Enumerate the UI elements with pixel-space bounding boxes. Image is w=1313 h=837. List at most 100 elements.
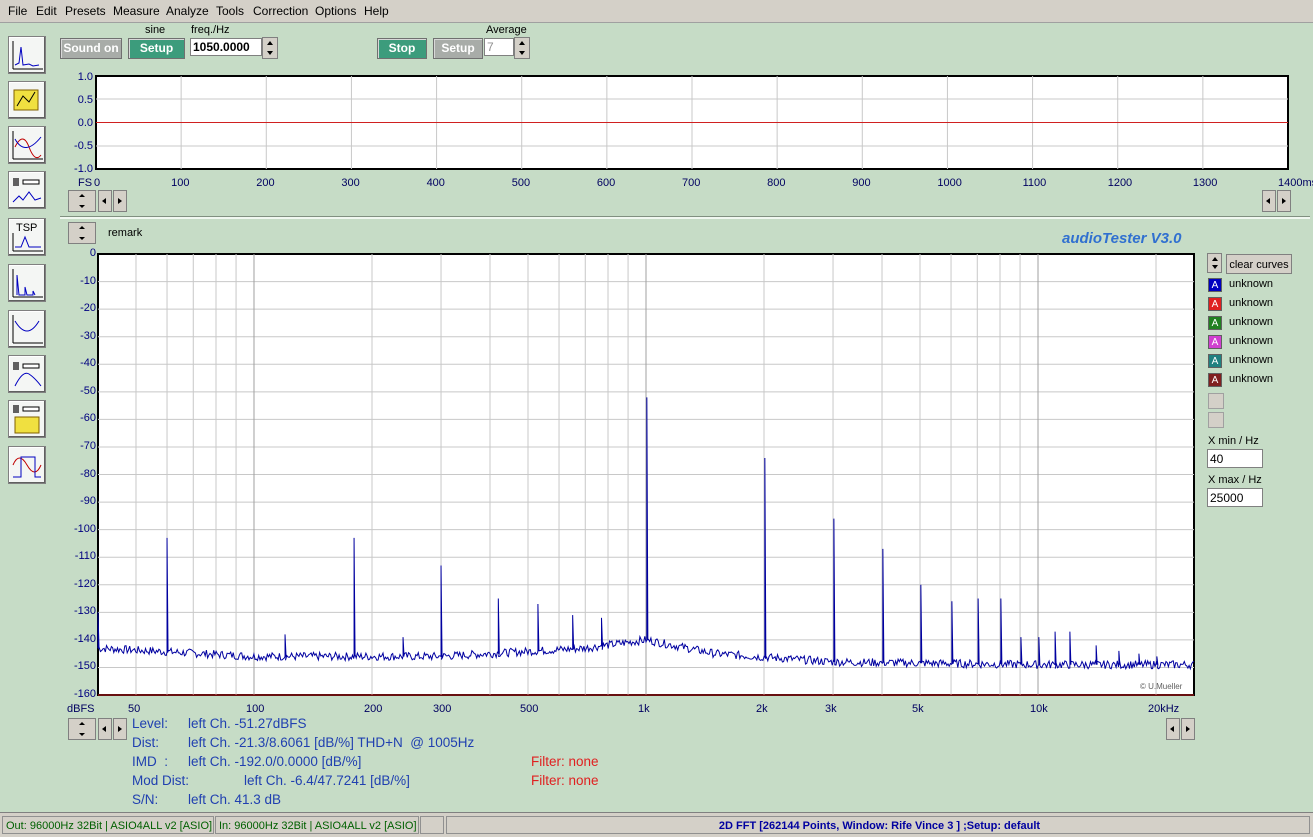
fft-xtick: 300	[433, 703, 452, 715]
generator-setup-button[interactable]: Setup	[128, 38, 185, 59]
panel-divider	[60, 216, 1310, 219]
scope-xtick: 700	[682, 177, 701, 189]
oscilloscope-icon[interactable]	[8, 446, 46, 484]
fft-xtick: 2k	[756, 703, 768, 715]
menu-edit[interactable]: Edit	[36, 4, 57, 18]
legend-empty-slot[interactable]	[1208, 393, 1224, 409]
fft-ytick: -70	[80, 439, 96, 452]
scope-ytick: -0.5	[74, 140, 93, 152]
scope-zoom-left[interactable]	[1262, 190, 1276, 212]
legend-row[interactable]: Aunknown	[1208, 373, 1308, 389]
scope-ytick: 0.5	[77, 94, 93, 106]
scope-scale-updown[interactable]	[68, 190, 96, 212]
legend-swatch[interactable]: A	[1208, 354, 1222, 368]
speaker-measure-icon[interactable]	[8, 171, 46, 209]
analyzer-setup-button[interactable]: Setup	[433, 38, 483, 59]
level-value: left Ch. -51.27dBFS	[188, 716, 307, 731]
sound-on-button[interactable]: Sound on	[60, 38, 122, 59]
legend-swatch[interactable]: A	[1208, 278, 1222, 292]
fft-xtick: 20kHz	[1148, 703, 1180, 715]
average-input[interactable]	[484, 38, 514, 56]
waveform-label: sine	[145, 24, 166, 36]
moddist-key: Mod Dist:	[132, 773, 190, 788]
legend-row[interactable]: Aunknown	[1208, 354, 1308, 370]
imd-key: IMD :	[132, 754, 168, 769]
scope-xtick: 0	[94, 177, 101, 189]
impedance-icon[interactable]	[8, 310, 46, 348]
fft-zoom-left[interactable]	[1166, 718, 1180, 740]
fft-ytick: -100	[73, 522, 96, 535]
legend-row[interactable]: Aunknown	[1208, 335, 1308, 351]
legend-swatch[interactable]: A	[1208, 297, 1222, 311]
scope-xtick: 900	[852, 177, 871, 189]
menu-analyze[interactable]: Analyze	[166, 4, 209, 18]
scope-xtick: 600	[596, 177, 616, 189]
menu-presets[interactable]: Presets	[65, 4, 106, 18]
xmin-input[interactable]	[1207, 449, 1263, 468]
menu-measure[interactable]: Measure	[113, 4, 160, 18]
svg-text:TSP: TSP	[16, 222, 37, 234]
fft-xtick: 3k	[825, 703, 837, 715]
fft-ytick: -60	[80, 412, 96, 425]
fft-ytick: -10	[80, 274, 96, 287]
frequency-response-icon[interactable]	[8, 126, 46, 164]
clear-curves-button[interactable]: clear curves	[1226, 254, 1292, 274]
status-input-device: In: 96000Hz 32Bit | ASIO4ALL v2 [ASIO]	[215, 816, 419, 834]
menu-correction[interactable]: Correction	[253, 4, 308, 18]
legend-empty-slot[interactable]	[1208, 412, 1224, 428]
fft-xtick: 10k	[1030, 703, 1048, 715]
spectrum-icon[interactable]	[8, 264, 46, 302]
speaker-folder-icon[interactable]	[8, 400, 46, 438]
legend-row[interactable]: Aunknown	[1208, 278, 1308, 294]
fft-zoom-right[interactable]	[1181, 718, 1195, 740]
scope-chart	[95, 75, 1289, 170]
speaker-response-icon[interactable]	[8, 355, 46, 393]
fft-ytick: -160	[73, 688, 96, 700]
fft-y-unit: dBFS	[67, 703, 95, 715]
legend-swatch[interactable]: A	[1208, 373, 1222, 387]
scope-xtick: 1300	[1192, 177, 1218, 189]
scope-xtick: 1400ms	[1278, 177, 1313, 189]
fft-scroll-left[interactable]	[98, 718, 112, 740]
curves-spinner[interactable]	[1207, 253, 1222, 273]
legend-swatch[interactable]: A	[1208, 316, 1222, 330]
fft-ytick: -90	[80, 495, 96, 508]
scope-xtick: 500	[511, 177, 531, 189]
status-fft-info: 2D FFT [262144 Points, Window: Rife Vinc…	[446, 816, 1310, 834]
fft-scroll-right[interactable]	[113, 718, 127, 740]
legend-row[interactable]: Aunknown	[1208, 316, 1308, 332]
fft-ytick: -30	[80, 329, 96, 342]
fft-ytick: 0	[89, 247, 96, 259]
copyright-label: © U.Mueller	[1140, 682, 1183, 691]
frequency-spinner[interactable]	[262, 37, 278, 59]
scope-xtick: 100	[171, 177, 190, 189]
menu-tools[interactable]: Tools	[216, 4, 244, 18]
fft-xtick: 100	[245, 703, 265, 715]
fft-ytick: -110	[74, 550, 96, 563]
moddist-value: left Ch. -6.4/47.7241 [dB/%]	[244, 773, 410, 788]
fft-view-icon[interactable]	[8, 36, 46, 74]
menu-options[interactable]: Options	[315, 4, 356, 18]
frequency-input[interactable]	[190, 38, 262, 56]
scope-zoom-right[interactable]	[1277, 190, 1291, 212]
sn-key: S/N:	[132, 792, 159, 807]
scope-scroll-right[interactable]	[113, 190, 127, 212]
tsp-icon[interactable]: TSP	[8, 218, 46, 256]
scope-scroll-left[interactable]	[98, 190, 112, 212]
imd-filter: Filter: none	[531, 754, 599, 769]
fft-xtick: 50	[127, 703, 141, 715]
fft-ytick: -130	[73, 605, 96, 618]
stop-button[interactable]: Stop	[377, 38, 427, 59]
legend-swatch[interactable]: A	[1208, 335, 1222, 349]
folder-presets-icon[interactable]	[8, 81, 46, 119]
menu-help[interactable]: Help	[364, 4, 389, 18]
menu-file[interactable]: File	[8, 4, 27, 18]
legend-row[interactable]: Aunknown	[1208, 297, 1308, 313]
fft-xtick: 500	[519, 703, 539, 715]
fft-scale-updown[interactable]	[68, 718, 96, 740]
fft-ytick: -120	[73, 577, 96, 590]
remark-updown[interactable]	[68, 222, 96, 244]
xmax-input[interactable]	[1207, 488, 1263, 507]
scope-xtick: 1200	[1107, 177, 1133, 189]
average-spinner[interactable]	[514, 37, 530, 59]
